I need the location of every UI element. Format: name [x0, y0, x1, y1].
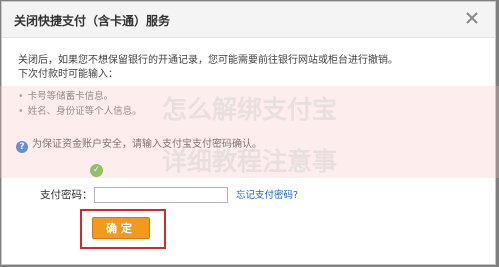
password-row: 支付密码： 忘记支付密码? [40, 187, 298, 203]
info-icon: ? [16, 141, 28, 153]
requirement-list: • 卡号等储蓄卡信息。 • 姓名、身份证等个人信息。 [18, 89, 481, 119]
list-item: • 姓名、身份证等个人信息。 [18, 106, 142, 117]
description-line-2: 下次付款时可能输入： [18, 69, 118, 80]
security-notice: ? 为保证资金账户安全，请输入支付宝支付密码确认。 [16, 135, 262, 153]
dialog-title: 关闭快捷支付（含卡通）服务 [14, 14, 171, 28]
check-icon: ✓ [90, 164, 103, 177]
password-input[interactable] [94, 187, 228, 203]
confirm-button[interactable]: 确定 [92, 217, 150, 239]
notice-text: 为保证资金账户安全，请输入支付宝支付密码确认。 [32, 139, 262, 150]
password-label: 支付密码： [40, 189, 93, 201]
dialog-body: 关闭后，如果您不想保留银行的开通记录，您可能需要前往银行网站或柜台进行撤销。 下… [18, 54, 481, 129]
verification-status: ✓ [90, 162, 103, 177]
forgot-password-link[interactable]: 忘记支付密码? [236, 187, 298, 201]
close-express-pay-dialog: 关闭快捷支付（含卡通）服务 关闭后，如果您不想保留银行的开通记录，您可能需要前往… [1, 1, 496, 265]
description-line-1: 关闭后，如果您不想保留银行的开通记录，您可能需要前往银行网站或柜台进行撤销。 [18, 55, 398, 66]
close-icon[interactable] [463, 9, 481, 27]
dialog-titlebar: 关闭快捷支付（含卡通）服务 [2, 2, 495, 38]
list-item: • 卡号等储蓄卡信息。 [18, 91, 114, 102]
